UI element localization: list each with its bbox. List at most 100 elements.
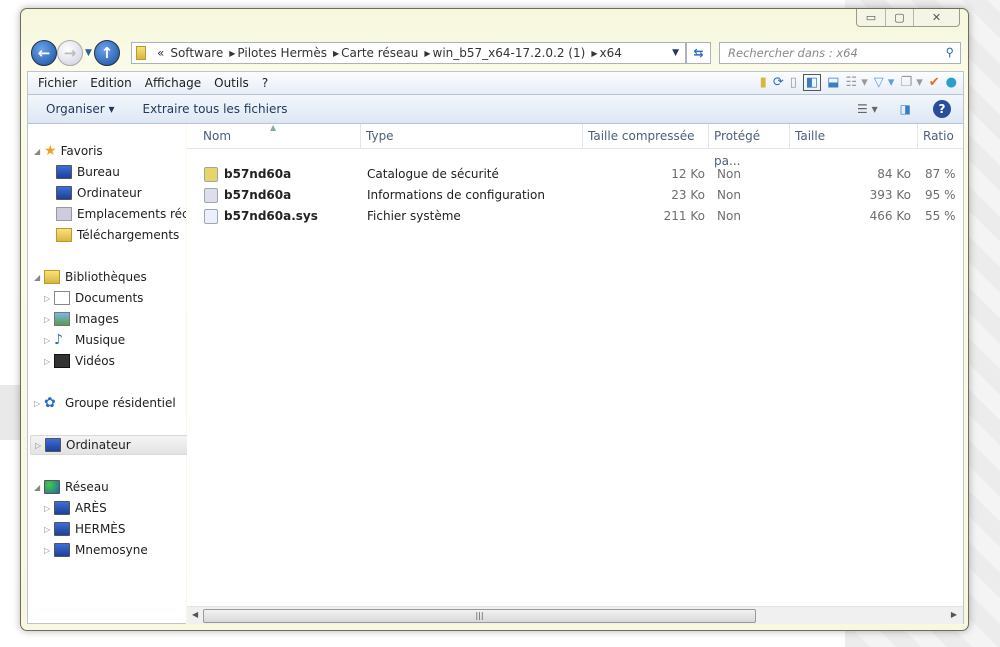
- help-icon[interactable]: ?: [933, 100, 951, 118]
- file-row[interactable]: b57nd60a Catalogue de sécurité 12 Ko Non…: [187, 164, 963, 185]
- column-header-type[interactable]: Type: [361, 124, 583, 149]
- back-button[interactable]: ←: [31, 40, 57, 66]
- sidebar-label: Emplacements récents: [77, 207, 186, 221]
- navigation-pane: ◢ ★ Favoris Bureau Ordinateur Emplacements…: [27, 124, 188, 624]
- column-header-size[interactable]: Taille: [790, 124, 918, 149]
- sidebar-item-musique[interactable]: ▷ ♪ Musique: [44, 330, 202, 350]
- recent-places-icon: [56, 207, 72, 221]
- sidebar-item-recent[interactable]: Emplacements récents: [56, 204, 186, 224]
- file-row[interactable]: b57nd60a.sys Fichier système 211 Ko Non …: [187, 206, 963, 227]
- sidebar-label: Mnemosyne: [75, 543, 148, 557]
- sidebar-label: Images: [75, 312, 119, 326]
- close-button[interactable]: ✕: [913, 9, 959, 26]
- sidebar-item-ares[interactable]: ▷ ARÈS: [44, 498, 202, 518]
- menu-help[interactable]: ?: [262, 76, 268, 90]
- file-name: b57nd60a: [204, 185, 291, 206]
- sidebar-item-images[interactable]: ▷ Images: [44, 309, 202, 329]
- toolbar-icons: ▮ ⟳ ▯ ◧ ⬓ ☷ ▾ ▽ ▾ ❐ ▾ ✔ ●: [760, 74, 957, 91]
- preview-pane-toggle-icon[interactable]: ◨: [900, 102, 911, 116]
- sidebar-bibliotheques[interactable]: ◢ Bibliothèques: [34, 267, 192, 287]
- details-pane-icon[interactable]: ⬓: [827, 75, 839, 90]
- page-icon[interactable]: ▯: [790, 75, 797, 90]
- menu-edition[interactable]: Edition: [90, 76, 132, 90]
- expanded-arrow-icon[interactable]: ◢: [34, 273, 44, 282]
- shell-icon[interactable]: ●: [946, 75, 957, 90]
- collapsed-arrow-icon[interactable]: ▷: [44, 294, 54, 303]
- filter-icon[interactable]: ▽ ▾: [874, 75, 895, 90]
- menu-affichage[interactable]: Affichage: [145, 76, 201, 90]
- refresh-icon: ⇆: [693, 46, 704, 60]
- search-placeholder: Rechercher dans : x64: [728, 46, 858, 60]
- menu-fichier[interactable]: Fichier: [38, 76, 77, 90]
- sidebar-label: Documents: [75, 291, 144, 305]
- sidebar-label: Ordinateur: [77, 186, 142, 200]
- collapsed-arrow-icon[interactable]: ▷: [44, 357, 54, 366]
- file-row[interactable]: b57nd60a Informations de configuration 2…: [187, 185, 963, 206]
- preview-pane-icon[interactable]: ◧: [802, 74, 822, 91]
- search-icon[interactable]: ⚲: [946, 45, 954, 59]
- sidebar-label: ARÈS: [75, 501, 107, 515]
- minimize-button[interactable]: ▭: [857, 9, 885, 26]
- address-dropdown-icon[interactable]: ▼: [672, 48, 679, 58]
- file-type: Informations de configuration: [367, 188, 545, 202]
- sidebar-favoris[interactable]: ◢ ★ Favoris: [34, 141, 192, 161]
- computer-icon: [54, 543, 70, 557]
- breadcrumb-overflow[interactable]: «: [157, 46, 164, 60]
- file-name: b57nd60a.sys: [204, 206, 318, 227]
- collapsed-arrow-icon[interactable]: ▷: [35, 441, 45, 450]
- sidebar-item-videos[interactable]: ▷ Vidéos: [44, 351, 202, 371]
- breadcrumb-carte[interactable]: Carte réseau: [341, 46, 418, 60]
- collapsed-arrow-icon[interactable]: ▷: [44, 504, 54, 513]
- collapsed-arrow-icon[interactable]: ▷: [44, 525, 54, 534]
- desktop-icon: [56, 165, 72, 179]
- column-header-compressed[interactable]: Taille compressée: [583, 124, 709, 149]
- breadcrumb-pilotes[interactable]: Pilotes Hermès: [237, 46, 327, 60]
- search-input[interactable]: Rechercher dans : x64 ⚲: [719, 42, 961, 64]
- refresh-button[interactable]: ⇆: [686, 42, 711, 64]
- column-header-nom[interactable]: Nom ▲: [198, 123, 361, 149]
- new-folder-icon[interactable]: ▮: [760, 75, 767, 90]
- computer-icon: [54, 522, 70, 536]
- column-header-ratio[interactable]: Ratio: [918, 124, 964, 149]
- collapsed-arrow-icon[interactable]: ▷: [44, 315, 54, 324]
- maximize-button[interactable]: ▢: [885, 9, 913, 26]
- sidebar-reseau[interactable]: ◢ Réseau: [34, 477, 192, 497]
- breadcrumb-separator-icon[interactable]: ▶: [591, 49, 597, 58]
- collapsed-arrow-icon[interactable]: ▷: [34, 399, 44, 408]
- breadcrumb-separator-icon[interactable]: ▶: [333, 49, 339, 58]
- sidebar-item-documents[interactable]: ▷ Documents: [44, 288, 202, 308]
- forward-button[interactable]: →: [57, 40, 83, 66]
- menu-bar: Fichier Edition Affichage Outils ? ▮ ⟳ ▯…: [27, 71, 964, 94]
- address-bar[interactable]: « Software ▶ Pilotes Hermès ▶ Carte réseau…: [131, 42, 686, 64]
- copy-icon[interactable]: ❐ ▾: [900, 75, 922, 90]
- breadcrumb-separator-icon[interactable]: ▶: [424, 49, 430, 58]
- scroll-right-icon[interactable]: ▶: [951, 610, 957, 619]
- menu-outils[interactable]: Outils: [214, 76, 249, 90]
- horizontal-scrollbar[interactable]: ◀ ||| ▶: [187, 606, 963, 624]
- extract-all-button[interactable]: Extraire tous les fichiers: [142, 102, 287, 116]
- scrollbar-thumb[interactable]: |||: [203, 609, 756, 623]
- sidebar-ordinateur[interactable]: ▷ Ordinateur: [30, 435, 188, 455]
- sidebar-label: Musique: [75, 333, 126, 347]
- recent-pages-dropdown[interactable]: ▼: [85, 48, 92, 58]
- up-button[interactable]: ↑: [93, 40, 120, 66]
- breadcrumb-separator-icon[interactable]: ▶: [229, 49, 235, 58]
- expanded-arrow-icon[interactable]: ◢: [34, 147, 44, 156]
- change-view-icon[interactable]: ☰ ▾: [857, 102, 878, 116]
- sync-icon[interactable]: ⟳: [773, 75, 784, 90]
- checkmark-icon[interactable]: ✔: [929, 75, 940, 90]
- sidebar-item-mnemosyne[interactable]: ▷ Mnemosyne: [44, 540, 202, 560]
- scroll-left-icon[interactable]: ◀: [192, 610, 198, 619]
- breadcrumb-win[interactable]: win_b57_x64-17.2.0.2 (1): [433, 46, 586, 60]
- collapsed-arrow-icon[interactable]: ▷: [44, 546, 54, 555]
- view-options-icon[interactable]: ☷ ▾: [845, 75, 867, 90]
- window-controls: ▭ ▢ ✕: [856, 9, 960, 27]
- organize-button[interactable]: Organiser ▾: [46, 102, 114, 116]
- sidebar-item-hermes[interactable]: ▷ HERMÈS: [44, 519, 202, 539]
- expanded-arrow-icon[interactable]: ◢: [34, 483, 44, 492]
- breadcrumb-software[interactable]: Software: [170, 46, 223, 60]
- collapsed-arrow-icon[interactable]: ▷: [44, 336, 54, 345]
- sidebar-groupe-residentiel[interactable]: ▷ ✿ Groupe résidentiel: [34, 393, 192, 413]
- breadcrumb-x64[interactable]: x64: [599, 46, 621, 60]
- column-header-protected[interactable]: Protégé pa...: [709, 124, 790, 168]
